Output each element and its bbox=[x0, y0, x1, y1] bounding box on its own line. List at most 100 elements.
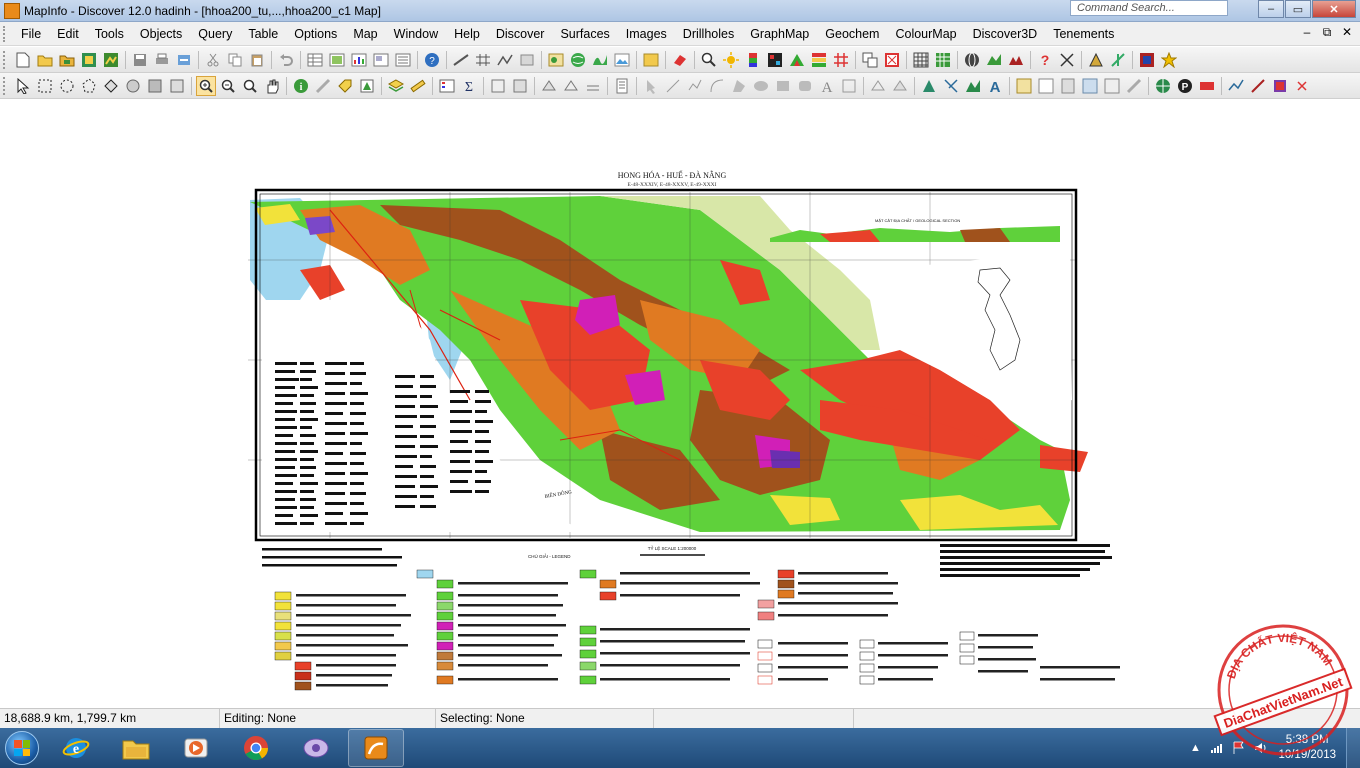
graphmap-icon[interactable] bbox=[546, 50, 566, 70]
line-style-icon[interactable] bbox=[451, 50, 471, 70]
menu-query[interactable]: Query bbox=[190, 24, 240, 44]
reshape-node-icon[interactable] bbox=[868, 76, 888, 96]
file-explorer-icon[interactable] bbox=[108, 729, 164, 767]
search-table-icon[interactable] bbox=[1080, 76, 1100, 96]
sun-icon[interactable] bbox=[721, 50, 741, 70]
fence-diagram-icon[interactable] bbox=[984, 50, 1004, 70]
polyline-tool-icon[interactable] bbox=[685, 76, 705, 96]
table-editor-icon[interactable] bbox=[1014, 76, 1034, 96]
add-node-icon[interactable] bbox=[561, 76, 581, 96]
measure-ruler-icon[interactable] bbox=[408, 76, 428, 96]
surface-map-icon[interactable] bbox=[590, 50, 610, 70]
invert-selection-icon[interactable] bbox=[145, 76, 165, 96]
change-view-icon[interactable] bbox=[240, 76, 260, 96]
show-hidden-icons-icon[interactable]: ▲ bbox=[1187, 740, 1203, 756]
open-workspace-icon[interactable] bbox=[57, 50, 77, 70]
help-icon[interactable]: ? bbox=[422, 50, 442, 70]
command-search-input[interactable]: Command Search... bbox=[1070, 0, 1228, 16]
menu-discover[interactable]: Discover bbox=[488, 24, 553, 44]
ruler-measure-icon[interactable] bbox=[1124, 76, 1144, 96]
line-tool-icon[interactable] bbox=[663, 76, 683, 96]
label-tool-icon[interactable] bbox=[335, 76, 355, 96]
geological-map[interactable]: HONG HÓA - HUẾ - ĐÀ NẴNG E-48-XXXIV, E-4… bbox=[0, 100, 1360, 708]
statistics-icon[interactable]: Σ bbox=[459, 76, 479, 96]
print-icon[interactable] bbox=[152, 50, 172, 70]
export-icon[interactable] bbox=[174, 50, 194, 70]
text-tool-icon[interactable]: A bbox=[817, 76, 837, 96]
arc-tool-icon[interactable] bbox=[707, 76, 727, 96]
menu-surfaces[interactable]: Surfaces bbox=[552, 24, 617, 44]
drag-map-icon[interactable] bbox=[357, 76, 377, 96]
start-button[interactable] bbox=[0, 728, 44, 768]
image-tool-icon[interactable] bbox=[612, 50, 632, 70]
ruler-icon[interactable] bbox=[313, 76, 333, 96]
menu-table[interactable]: Table bbox=[240, 24, 286, 44]
menu-graphmap[interactable]: GraphMap bbox=[742, 24, 817, 44]
save-table-icon[interactable] bbox=[130, 50, 150, 70]
doc-close-button[interactable]: ✕ bbox=[1340, 25, 1354, 40]
book-icon[interactable] bbox=[1270, 76, 1290, 96]
layer-control-icon[interactable] bbox=[386, 76, 406, 96]
grid-display-icon[interactable] bbox=[911, 50, 931, 70]
xy-tool-icon[interactable] bbox=[1057, 50, 1077, 70]
line-direction-icon[interactable] bbox=[941, 76, 961, 96]
menu-map[interactable]: Map bbox=[345, 24, 385, 44]
new-redistricter-icon[interactable] bbox=[393, 50, 413, 70]
menu-grip[interactable] bbox=[3, 25, 13, 42]
rectangle-tool-icon[interactable] bbox=[773, 76, 793, 96]
open-dbms-icon[interactable] bbox=[79, 50, 99, 70]
legend-icon[interactable] bbox=[437, 76, 457, 96]
profile-icon[interactable] bbox=[1226, 76, 1246, 96]
globe-map-icon[interactable] bbox=[568, 50, 588, 70]
chrome-icon[interactable] bbox=[228, 729, 284, 767]
marquee-select-icon[interactable] bbox=[35, 76, 55, 96]
menu-objects[interactable]: Objects bbox=[132, 24, 190, 44]
data-view-icon[interactable] bbox=[1137, 50, 1157, 70]
stack-colours-icon[interactable] bbox=[809, 50, 829, 70]
eraser-icon[interactable] bbox=[670, 50, 690, 70]
menu-window[interactable]: Window bbox=[386, 24, 446, 44]
calculator-icon[interactable] bbox=[1058, 76, 1078, 96]
graph-select-icon[interactable] bbox=[167, 76, 187, 96]
query-help-icon[interactable]: ? bbox=[1035, 50, 1055, 70]
open-web-icon[interactable] bbox=[101, 50, 121, 70]
section-edit-icon[interactable] bbox=[1248, 76, 1268, 96]
grid-editor-icon[interactable] bbox=[1036, 76, 1056, 96]
3d-globe-icon[interactable] bbox=[962, 50, 982, 70]
frame-tool-icon[interactable] bbox=[839, 76, 859, 96]
rounded-rect-tool-icon[interactable] bbox=[795, 76, 815, 96]
clip-window-icon[interactable] bbox=[488, 76, 508, 96]
select-arrow-icon[interactable] bbox=[13, 76, 33, 96]
add-polyline-icon[interactable] bbox=[890, 76, 910, 96]
menu-edit[interactable]: Edit bbox=[49, 24, 87, 44]
clip-region-icon[interactable] bbox=[860, 50, 880, 70]
text-list-icon[interactable] bbox=[612, 76, 632, 96]
menu-discover3d[interactable]: Discover3D bbox=[965, 24, 1046, 44]
close-toolbar-icon[interactable] bbox=[1292, 76, 1312, 96]
world-map-icon[interactable] bbox=[1153, 76, 1173, 96]
tenement-icon[interactable] bbox=[1086, 50, 1106, 70]
info-tool-icon[interactable]: i bbox=[291, 76, 311, 96]
minimize-button[interactable]: – bbox=[1258, 0, 1284, 18]
favourite-star-icon[interactable] bbox=[1159, 50, 1179, 70]
undo-icon[interactable] bbox=[276, 50, 296, 70]
menu-tenements[interactable]: Tenements bbox=[1045, 24, 1122, 44]
image-viewer-icon[interactable] bbox=[288, 729, 344, 767]
internet-explorer-icon[interactable]: e bbox=[48, 729, 104, 767]
sort-table-icon[interactable] bbox=[1102, 76, 1122, 96]
toolbar-grip[interactable] bbox=[3, 76, 9, 95]
polygon-select-icon[interactable] bbox=[79, 76, 99, 96]
doc-restore-button[interactable]: ⧉ bbox=[1320, 25, 1334, 40]
cross-section-icon[interactable] bbox=[495, 50, 515, 70]
find-icon[interactable] bbox=[699, 50, 719, 70]
maximize-button[interactable]: ▭ bbox=[1285, 0, 1311, 18]
menu-geochem[interactable]: Geochem bbox=[817, 24, 887, 44]
cut-icon[interactable] bbox=[203, 50, 223, 70]
symbol-tool-icon[interactable] bbox=[641, 76, 661, 96]
swatch-icon[interactable] bbox=[1197, 76, 1217, 96]
menu-help[interactable]: Help bbox=[446, 24, 488, 44]
radius-select-icon[interactable] bbox=[57, 76, 77, 96]
grid-hash-icon[interactable] bbox=[831, 50, 851, 70]
boundary-select-icon[interactable] bbox=[101, 76, 121, 96]
terrain-icon[interactable] bbox=[963, 76, 983, 96]
